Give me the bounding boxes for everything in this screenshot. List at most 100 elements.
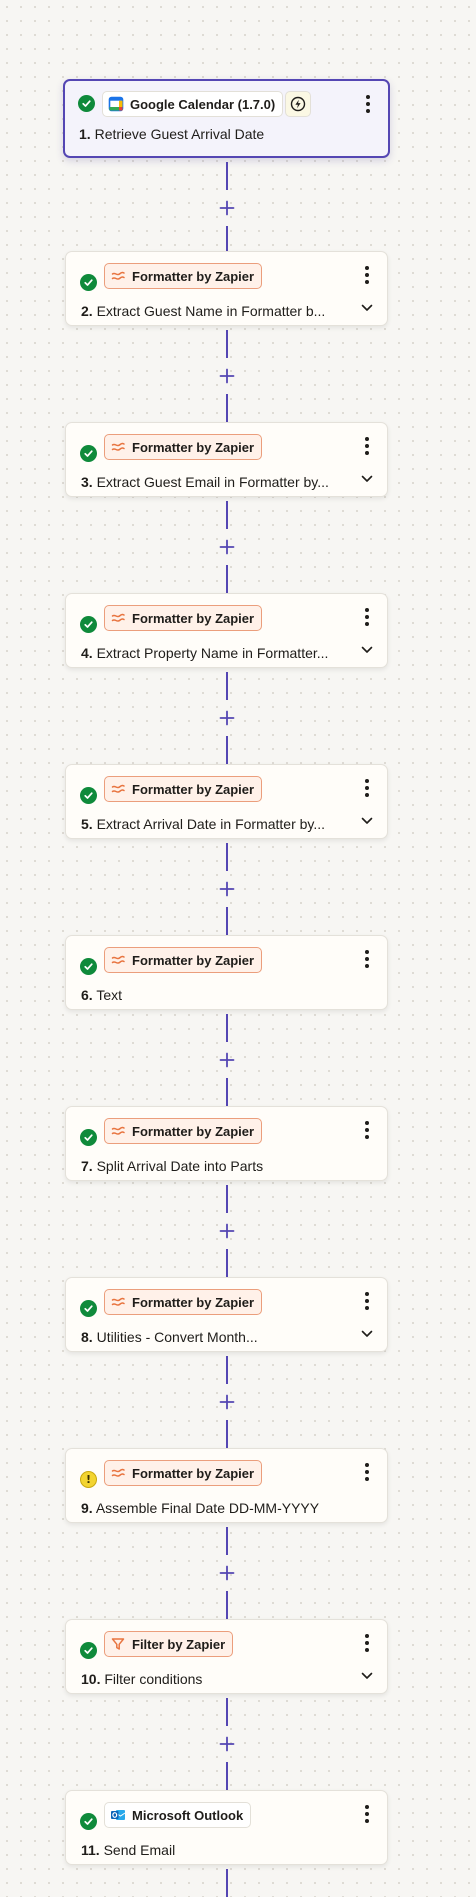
step-card[interactable]: Formatter by Zapier 5. Extract Arrival Da… [65, 764, 388, 839]
app-name: Formatter by Zapier [132, 610, 255, 626]
connector-line [226, 330, 228, 358]
plus-icon [219, 1223, 235, 1239]
check-circle-icon [80, 1129, 97, 1146]
add-step-button[interactable] [215, 535, 239, 559]
app-badge[interactable]: Formatter by Zapier [104, 1289, 263, 1315]
more-options-icon[interactable] [357, 1118, 377, 1142]
connector-line [226, 1698, 228, 1726]
connector-line [226, 565, 228, 593]
more-options-icon[interactable] [357, 947, 377, 971]
plus-icon [219, 1052, 235, 1068]
connector-line [226, 501, 228, 529]
app-badge[interactable]: Formatter by Zapier [104, 605, 263, 631]
add-step-button[interactable] [215, 1219, 239, 1243]
chevron-down-icon[interactable] [358, 470, 376, 488]
chevron-down-icon[interactable] [358, 641, 376, 659]
plus-icon [219, 1394, 235, 1410]
step-title-text: Text [96, 987, 123, 1003]
formatter-icon [110, 781, 126, 797]
connector-line [226, 1249, 228, 1277]
step-card[interactable]: ! Formatter by Zapier 9. Assemble Final Da… [65, 1448, 388, 1523]
app-badge[interactable]: Formatter by Zapier [104, 263, 263, 289]
instant-trigger-icon[interactable] [285, 91, 311, 117]
step-card[interactable]: Google Calendar (1.7.0) 1. Retrieve Guest… [63, 79, 390, 158]
more-options-icon[interactable] [357, 1802, 377, 1826]
step-title: 4. Extract Property Name in Formatter... [81, 645, 343, 662]
app-name: Formatter by Zapier [132, 1123, 255, 1139]
step-title-text: Extract Arrival Date in Formatter by... [96, 816, 326, 832]
chevron-down-icon[interactable] [358, 299, 376, 317]
step-number: 7. [81, 1158, 93, 1174]
check-circle-icon [78, 95, 95, 112]
connector-line [226, 1591, 228, 1619]
add-step-button[interactable] [215, 1390, 239, 1414]
chevron-down-icon[interactable] [358, 1325, 376, 1343]
step-number: 1. [79, 126, 91, 142]
connector-line [226, 1356, 228, 1384]
add-step-button[interactable] [215, 877, 239, 901]
app-badge[interactable]: Formatter by Zapier [104, 947, 263, 973]
app-name: Formatter by Zapier [132, 781, 255, 797]
chevron-down-icon[interactable] [358, 1667, 376, 1685]
add-step-button[interactable] [215, 706, 239, 730]
app-badge[interactable]: Formatter by Zapier [104, 1118, 263, 1144]
app-badge[interactable]: Filter by Zapier [104, 1631, 234, 1657]
step-title: 6. Text [81, 987, 343, 1004]
more-options-icon[interactable] [358, 92, 378, 116]
step-title: 9. Assemble Final Date DD-MM-YYYY [81, 1500, 343, 1517]
lightning-bolt-icon [290, 96, 306, 112]
connector-line [226, 843, 228, 871]
step-title: 10. Filter conditions [81, 1671, 343, 1688]
step-card[interactable]: Formatter by Zapier 6. Text [65, 935, 388, 1010]
step-card[interactable]: Microsoft Outlook 11. Send Email [65, 1790, 388, 1865]
check-circle-icon [80, 787, 97, 804]
app-name: Formatter by Zapier [132, 439, 255, 455]
check-circle-icon [80, 1642, 97, 1659]
step-card[interactable]: Formatter by Zapier 3. Extract Guest Emai… [65, 422, 388, 497]
step-card[interactable]: Formatter by Zapier 2. Extract Guest Name… [65, 251, 388, 326]
app-badge[interactable]: Microsoft Outlook [104, 1802, 252, 1828]
connector-line [226, 736, 228, 764]
more-options-icon[interactable] [357, 1631, 377, 1655]
app-badge[interactable]: Formatter by Zapier [104, 1460, 263, 1486]
connector-line [226, 1078, 228, 1106]
chevron-down-icon[interactable] [358, 812, 376, 830]
connector-line [226, 1014, 228, 1042]
more-options-icon[interactable] [357, 263, 377, 287]
step-card[interactable]: Formatter by Zapier 8. Utilities - Conver… [65, 1277, 388, 1352]
step-title-text: Retrieve Guest Arrival Date [94, 126, 265, 142]
step-title-text: Split Arrival Date into Parts [96, 1158, 264, 1174]
more-options-icon[interactable] [357, 776, 377, 800]
step-number: 6. [81, 987, 93, 1003]
zap-editor-canvas[interactable]: Google Calendar (1.7.0) 1. Retrieve Guest… [0, 0, 476, 1897]
add-step-button[interactable] [215, 364, 239, 388]
more-options-icon[interactable] [357, 1460, 377, 1484]
add-step-button[interactable] [215, 1048, 239, 1072]
outlook-icon [110, 1807, 126, 1823]
plus-icon [219, 368, 235, 384]
app-badge[interactable]: Formatter by Zapier [104, 434, 263, 460]
step-card[interactable]: Formatter by Zapier 7. Split Arrival Date… [65, 1106, 388, 1181]
add-step-button[interactable] [215, 196, 239, 220]
plus-icon [219, 1736, 235, 1752]
more-options-icon[interactable] [357, 434, 377, 458]
step-card[interactable]: Filter by Zapier 10. Filter conditions [65, 1619, 388, 1694]
add-step-button[interactable] [215, 1732, 239, 1756]
step-title-text: Extract Property Name in Formatter... [96, 645, 329, 661]
connector-line [226, 226, 228, 251]
step-number: 9. [81, 1500, 93, 1516]
filter-icon [110, 1636, 126, 1652]
step-number: 8. [81, 1329, 93, 1345]
add-step-button[interactable] [215, 1561, 239, 1585]
formatter-icon [110, 439, 126, 455]
more-options-icon[interactable] [357, 1289, 377, 1313]
app-badge[interactable]: Formatter by Zapier [104, 776, 263, 802]
more-options-icon[interactable] [357, 605, 377, 629]
app-name: Google Calendar (1.7.0) [130, 96, 276, 112]
app-badge[interactable]: Google Calendar (1.7.0) [102, 91, 284, 117]
step-card[interactable]: Formatter by Zapier 4. Extract Property N… [65, 593, 388, 668]
step-number: 4. [81, 645, 93, 661]
connector-line [226, 394, 228, 422]
step-title-text: Utilities - Convert Month... [96, 1329, 258, 1345]
step-title: 5. Extract Arrival Date in Formatter by.… [81, 816, 343, 833]
